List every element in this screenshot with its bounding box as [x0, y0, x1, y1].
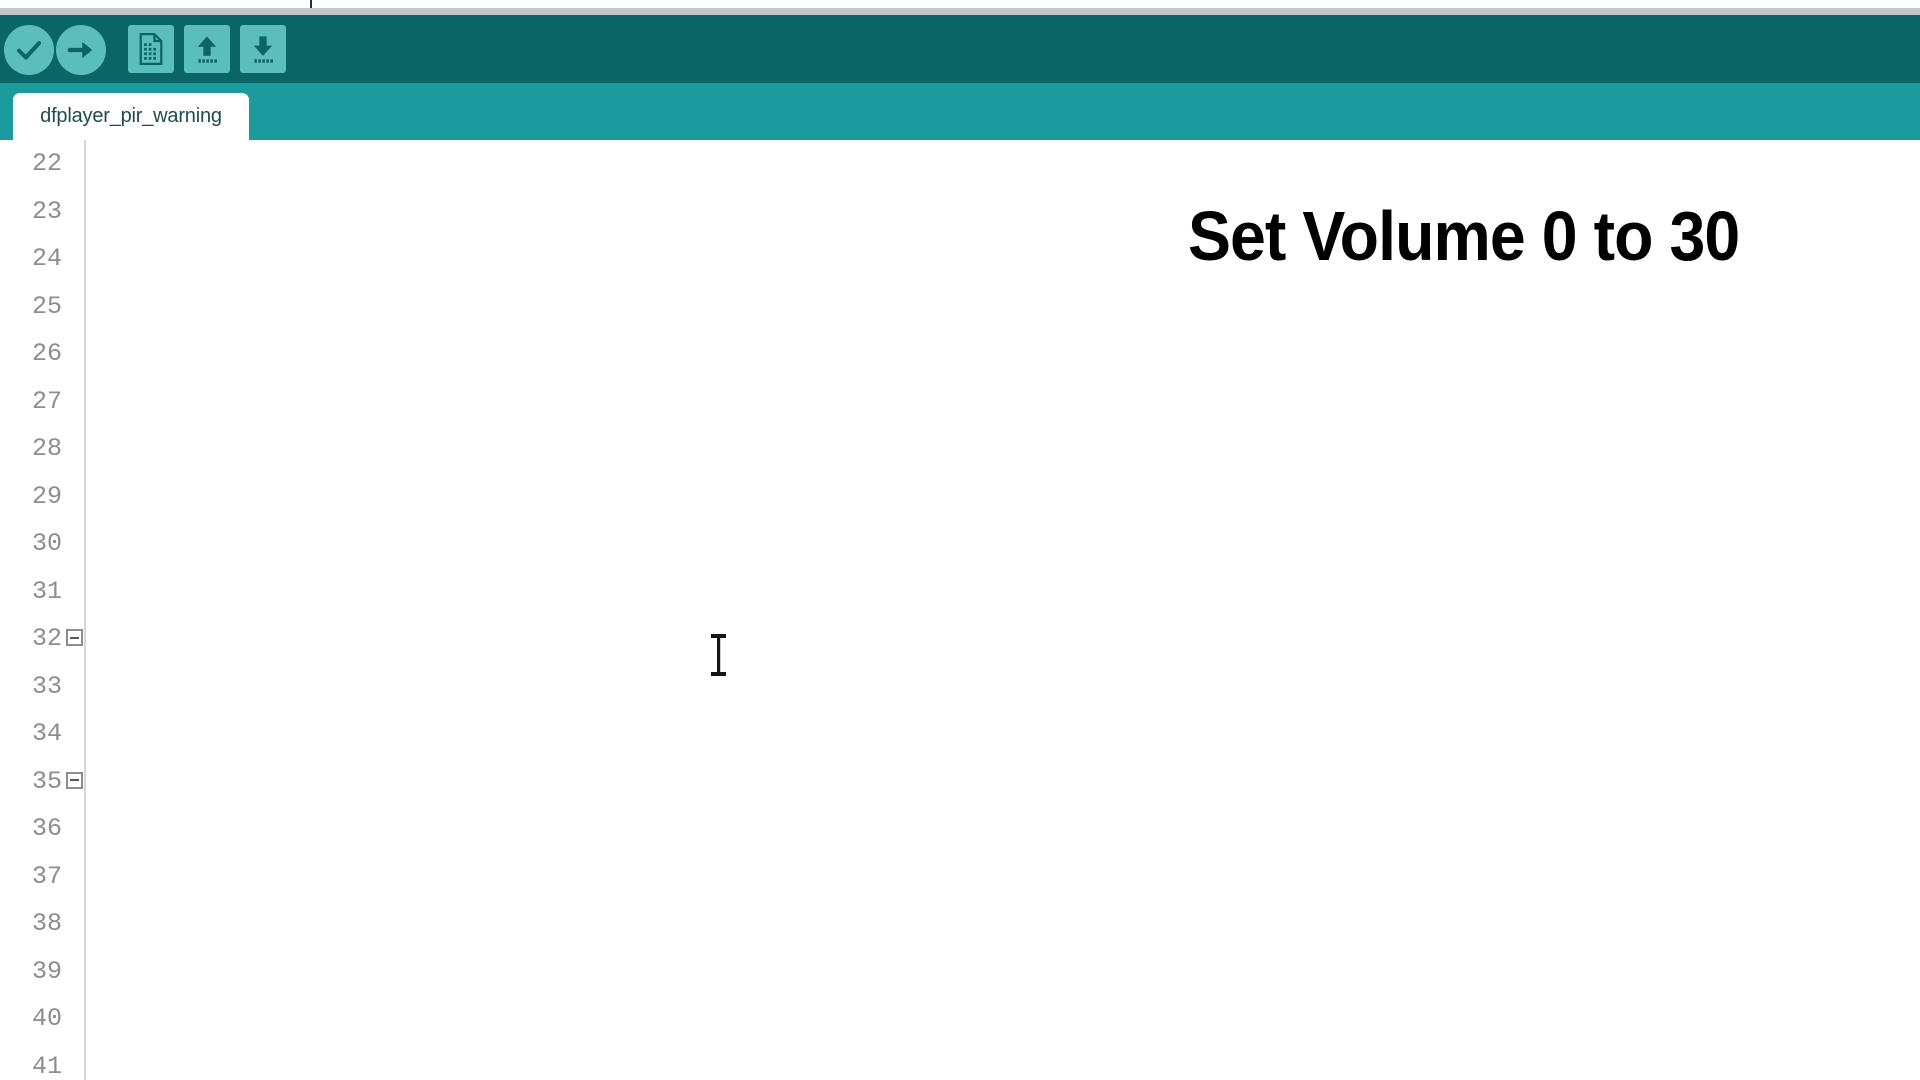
code-line-27[interactable]: 27: [0, 378, 1920, 426]
annotation-set-volume: Set Volume 0 to 30: [1188, 197, 1740, 275]
code-line-35[interactable]: 35: [0, 758, 1920, 806]
line-number: 33: [31, 671, 62, 701]
new-document-icon: [137, 33, 165, 65]
code-line-36[interactable]: 36: [0, 805, 1920, 853]
fold-toggle-icon[interactable]: [66, 629, 83, 646]
line-number: 25: [31, 291, 62, 321]
code-line-33[interactable]: 33: [0, 663, 1920, 711]
sketch-tab-bar: dfplayer_pir_warning: [0, 83, 1920, 140]
fold-toggle-icon[interactable]: [66, 771, 83, 789]
line-number: 36: [31, 814, 62, 843]
upload-button[interactable]: [56, 25, 106, 75]
line-number: 26: [31, 339, 62, 368]
code-line-34[interactable]: 34: [0, 710, 1920, 758]
code-line-25[interactable]: 25: [0, 283, 1920, 331]
code-line-39[interactable]: 39: [0, 948, 1920, 996]
code-editor[interactable]: 22 23 24 25 26 27 28 29 30 31 32 33 34 35 36 37 38 39 40 41: [0, 140, 1920, 1080]
line-number: 27: [31, 386, 62, 416]
line-number: 35: [31, 766, 62, 796]
code-line-41[interactable]: 41: [0, 1043, 1920, 1080]
sketch-tab-dfplayer-pir-warning[interactable]: dfplayer_pir_warning: [13, 93, 249, 140]
line-number: 32: [31, 624, 62, 653]
window-title-strip: [0, 0, 1920, 9]
check-circle-icon: [14, 35, 44, 65]
line-number: 40: [31, 1004, 62, 1033]
window-strip-marker: [310, 0, 312, 8]
code-line-22[interactable]: 22: [0, 140, 1920, 188]
save-sketch-button[interactable]: [240, 25, 286, 73]
line-number: 30: [31, 529, 62, 558]
code-line-30[interactable]: 30: [0, 520, 1920, 568]
code-line-28[interactable]: 28: [0, 425, 1920, 473]
line-number: 34: [31, 719, 62, 748]
open-sketch-button[interactable]: [184, 25, 230, 73]
line-number: 41: [31, 1051, 62, 1080]
arrow-right-circle-icon: [66, 35, 96, 65]
line-number: 24: [31, 244, 62, 273]
line-number: 31: [31, 576, 62, 606]
code-line-40[interactable]: 40: [0, 995, 1920, 1043]
line-number: 37: [31, 861, 62, 891]
new-sketch-button[interactable]: [128, 25, 174, 73]
code-line-29[interactable]: 29: [0, 473, 1920, 521]
line-number: 22: [31, 149, 62, 178]
code-line-31[interactable]: 31: [0, 568, 1920, 616]
line-number: 29: [31, 481, 62, 511]
code-line-37[interactable]: 37: [0, 853, 1920, 901]
toolbar: [0, 15, 1920, 83]
code-line-26[interactable]: 26: [0, 330, 1920, 378]
line-number: 23: [31, 196, 62, 226]
up-arrow-icon: [193, 33, 221, 65]
text-cursor-ibeam: [708, 632, 730, 678]
code-lines-container: 22 23 24 25 26 27 28 29 30 31 32 33 34 35 36 37 38 39 40 41: [0, 140, 1920, 1080]
line-number: 39: [31, 956, 62, 986]
verify-button[interactable]: [4, 25, 54, 75]
code-line-38[interactable]: 38: [0, 900, 1920, 948]
code-line-32[interactable]: 32: [0, 615, 1920, 663]
down-arrow-icon: [249, 33, 277, 65]
sketch-tab-label: dfplayer_pir_warning: [40, 105, 222, 127]
line-number: 28: [31, 434, 62, 463]
line-number: 38: [31, 909, 62, 938]
